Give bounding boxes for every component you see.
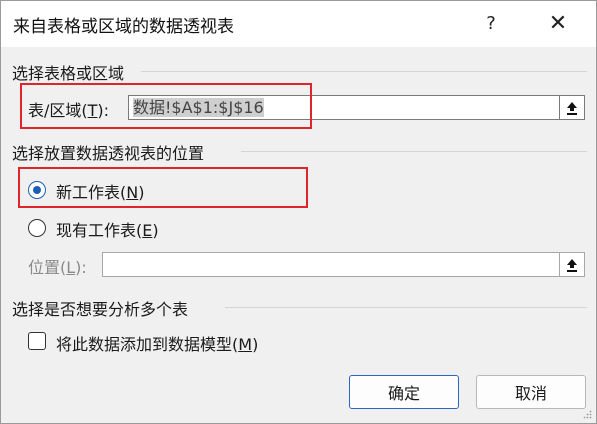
range-label-prefix: 表/区域(: [28, 101, 88, 120]
title-bar: 来自表格或区域的数据透视表 ? ✕: [1, 1, 596, 47]
dialog-title: 来自表格或区域的数据透视表: [13, 17, 234, 37]
location-label: 位置(L):: [28, 254, 87, 278]
help-button[interactable]: ?: [474, 7, 508, 39]
location-label-suffix: ):: [75, 258, 87, 277]
collapse-dialog-icon: [567, 258, 577, 272]
section-range-heading: 选择表格或区域: [12, 64, 125, 83]
cancel-button[interactable]: 取消: [476, 375, 586, 409]
add-to-data-model-key: M: [238, 335, 253, 354]
add-to-data-model-label[interactable]: 将此数据添加到数据模型(M): [56, 331, 258, 355]
existing-sheet-label-key: E: [142, 221, 153, 240]
pivot-table-dialog: 来自表格或区域的数据透视表 ? ✕ 选择表格或区域 表/区域(T): 数据!$A…: [0, 0, 597, 424]
new-sheet-label-key: N: [126, 183, 139, 202]
range-input-value: 数据!$A$1:$J$16: [133, 98, 264, 117]
existing-sheet-label-prefix: 现有工作表(: [56, 221, 143, 240]
location-label-prefix: 位置(: [28, 258, 67, 277]
range-input[interactable]: 数据!$A$1:$J$16: [128, 95, 560, 120]
location-input[interactable]: [102, 252, 560, 277]
new-sheet-label[interactable]: 新工作表(N): [56, 179, 144, 203]
section-divider: [141, 71, 587, 72]
resize-grip-icon[interactable]: [582, 409, 592, 419]
existing-sheet-label-suffix: ): [152, 221, 159, 240]
close-button[interactable]: ✕: [541, 7, 575, 39]
location-collapse-button[interactable]: [559, 252, 585, 277]
section-placement-heading: 选择放置数据透视表的位置: [12, 144, 205, 163]
existing-sheet-radio[interactable]: [28, 219, 46, 237]
add-to-data-model-prefix: 将此数据添加到数据模型(: [56, 335, 239, 354]
collapse-dialog-icon: [567, 101, 577, 115]
new-sheet-label-suffix: ): [138, 183, 145, 202]
new-sheet-label-prefix: 新工作表(: [56, 183, 127, 202]
new-sheet-radio[interactable]: [28, 181, 46, 199]
location-label-key: L: [66, 258, 76, 277]
range-label-key: T: [87, 101, 98, 120]
range-label: 表/区域(T):: [28, 97, 109, 121]
range-collapse-button[interactable]: [559, 95, 585, 120]
add-to-data-model-suffix: ): [252, 335, 259, 354]
section-divider: [241, 151, 587, 152]
help-icon: ?: [486, 12, 496, 34]
close-icon: ✕: [548, 10, 568, 36]
range-label-suffix: ):: [97, 101, 110, 120]
section-divider: [225, 307, 587, 308]
radio-dot: [32, 185, 41, 194]
section-multi-heading: 选择是否想要分析多个表: [12, 300, 189, 319]
add-to-data-model-checkbox[interactable]: [28, 332, 46, 350]
ok-button[interactable]: 确定: [349, 375, 459, 409]
existing-sheet-label[interactable]: 现有工作表(E): [56, 217, 159, 241]
